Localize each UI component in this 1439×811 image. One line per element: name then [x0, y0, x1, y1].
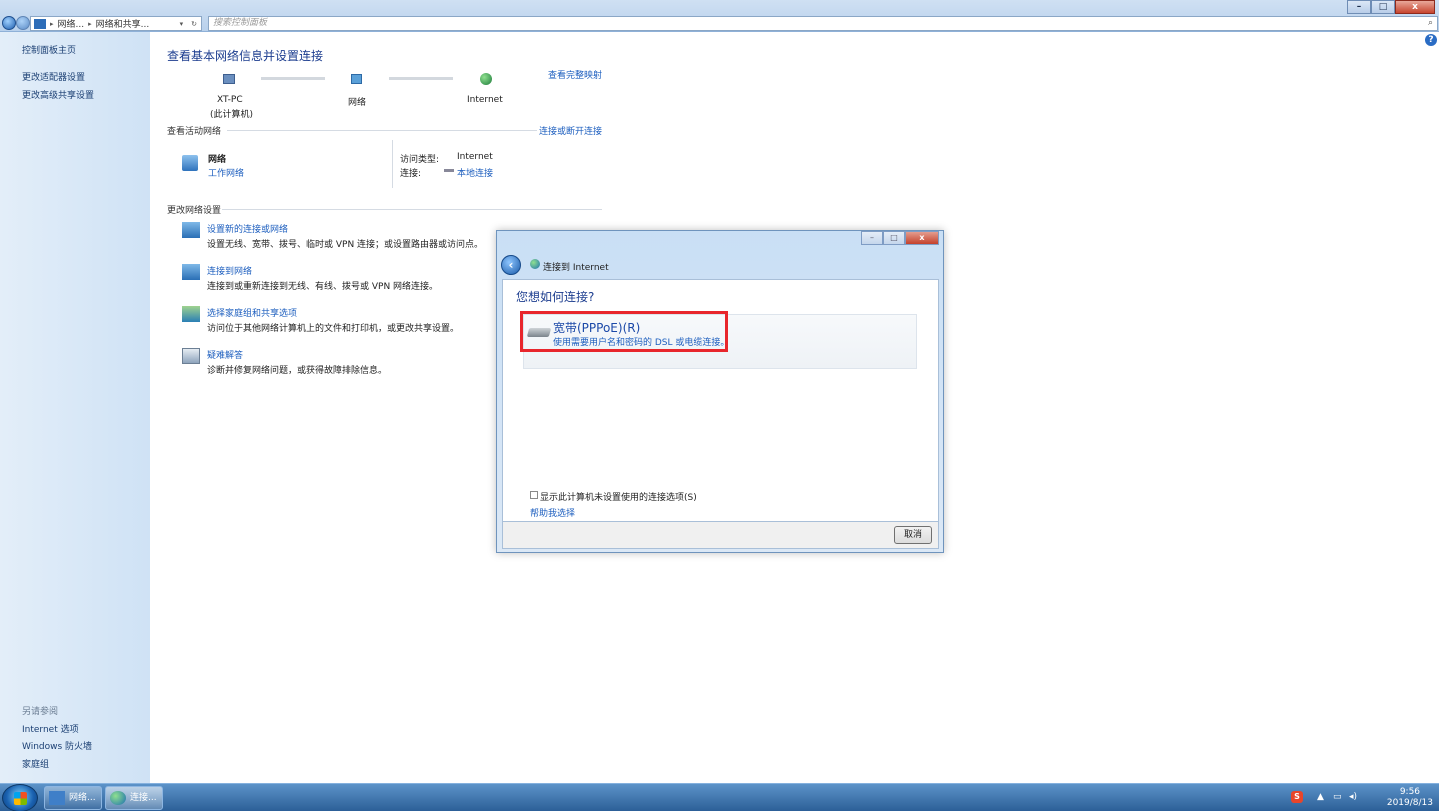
highlight-box — [520, 311, 728, 352]
task-connect-network-link[interactable]: 连接到网络 — [207, 264, 252, 277]
back-button[interactable] — [2, 16, 16, 30]
computer-icon — [223, 74, 235, 84]
dialog-question: 您想如何连接? — [516, 290, 595, 304]
cancel-button[interactable]: 取消 — [894, 526, 932, 544]
network-icon — [49, 791, 65, 805]
dialog-window-controls: – □ x — [861, 231, 939, 245]
homegroup-icon — [182, 306, 200, 322]
map-connector — [389, 77, 453, 80]
task-setup-connection-desc: 设置无线、宽带、拨号、临时或 VPN 连接；或设置路由器或访问点。 — [207, 240, 484, 250]
title-bar: ▸ 网络... ▸ 网络和共享... ▾ ↻ 搜索控制面板 ⌕ – □ x — [0, 0, 1439, 32]
setup-connection-icon — [182, 222, 200, 238]
access-type-value: Internet — [457, 152, 493, 162]
minimize-button[interactable]: – — [1347, 0, 1371, 14]
change-settings-heading: 更改网络设置 — [167, 206, 222, 216]
breadcrumb-separator-icon: ▸ — [50, 19, 54, 28]
ime-icon[interactable]: S — [1291, 791, 1303, 803]
chevron-down-icon[interactable]: ▾ — [180, 20, 184, 28]
active-networks-heading: 查看活动网络 — [167, 127, 222, 137]
show-unconfigured-label[interactable]: 显示此计算机未设置使用的连接选项(S) — [540, 490, 697, 503]
active-network-name: 网络 — [208, 155, 227, 165]
task-connect-network-desc: 连接到或重新连接到无线、有线、拨号或 VPN 网络连接。 — [207, 282, 439, 292]
search-input[interactable]: 搜索控制面板 ⌕ — [208, 16, 1438, 31]
map-network-label[interactable]: 网络 — [348, 95, 366, 108]
taskbar-item-network[interactable]: 网络... — [44, 786, 102, 810]
task-setup-connection-link[interactable]: 设置新的连接或网络 — [207, 222, 288, 235]
dialog-back-button[interactable]: ‹ — [501, 255, 521, 275]
clock-time: 9:56 — [1399, 787, 1421, 797]
see-also-windows-firewall[interactable]: Windows 防火墙 — [22, 739, 92, 752]
taskbar-item-label: 连接... — [130, 793, 157, 803]
see-also-homegroup[interactable]: 家庭组 — [22, 757, 49, 770]
help-me-choose-link[interactable]: 帮助我选择 — [530, 506, 575, 519]
see-also-internet-options[interactable]: Internet 选项 — [22, 722, 79, 735]
clock[interactable]: 9:56 2019/8/13 — [1387, 787, 1433, 809]
globe-icon — [530, 259, 540, 269]
window-controls: – □ x — [1347, 0, 1435, 14]
troubleshoot-icon — [182, 348, 200, 364]
windows-logo-icon — [14, 792, 27, 805]
start-button[interactable] — [2, 784, 38, 811]
search-icon[interactable]: ⌕ — [1428, 17, 1433, 30]
refresh-icon[interactable]: ↻ — [191, 20, 197, 28]
network-icon — [34, 18, 46, 29]
map-internet-label[interactable]: Internet — [467, 95, 503, 105]
network-icon — [351, 74, 362, 84]
dialog-close-button[interactable]: x — [905, 231, 939, 245]
breadcrumb-item[interactable]: 网络和共享... — [96, 17, 150, 30]
sidebar: 控制面板主页 更改适配器设置 更改高级共享设置 另请参阅 Internet 选项… — [0, 32, 150, 783]
network-bench-icon — [182, 155, 198, 171]
connect-internet-dialog: – □ x ‹ 连接到 Internet 您想如何连接? 宽带(PPPoE)(R… — [496, 230, 944, 553]
task-homegroup-link[interactable]: 选择家庭组和共享选项 — [207, 306, 297, 319]
dialog-minimize-button[interactable]: – — [861, 231, 883, 245]
clock-date: 2019/8/13 — [1386, 798, 1433, 808]
map-computer-name[interactable]: XT-PC — [217, 95, 243, 105]
close-button[interactable]: x — [1395, 0, 1435, 14]
map-computer-sub: (此计算机) — [210, 110, 254, 120]
network-type-link[interactable]: 工作网络 — [208, 166, 244, 179]
system-tray: S ▲ ▭ ◂) 9:56 2019/8/13 — [1289, 784, 1439, 811]
maximize-button[interactable]: □ — [1371, 0, 1395, 14]
network-tray-icon[interactable]: ▭ — [1333, 792, 1342, 802]
access-type-label: 访问类型: — [400, 155, 440, 165]
task-homegroup-desc: 访问位于其他网络计算机上的文件和打印机，或更改共享设置。 — [207, 324, 460, 334]
vertical-divider — [392, 140, 393, 188]
breadcrumb-item[interactable]: 网络... — [58, 17, 85, 30]
taskbar: 网络... 连接... S ▲ ▭ ◂) 9:56 2019/8/13 — [0, 783, 1439, 811]
sidebar-item-adapter-settings[interactable]: 更改适配器设置 — [22, 70, 85, 83]
connect-network-icon — [182, 264, 200, 280]
address-bar[interactable]: ▸ 网络... ▸ 网络和共享... ▾ ↻ — [30, 16, 202, 31]
tray-expand-icon[interactable]: ▲ — [1317, 792, 1324, 802]
sidebar-item-advanced-sharing[interactable]: 更改高级共享设置 — [22, 88, 94, 101]
connect-disconnect-link[interactable]: 连接或断开连接 — [539, 124, 602, 137]
divider — [222, 209, 602, 210]
volume-icon[interactable]: ◂) — [1349, 792, 1357, 802]
connection-label: 连接: — [400, 169, 422, 179]
dialog-maximize-button[interactable]: □ — [883, 231, 905, 245]
view-full-map-link[interactable]: 查看完整映射 — [548, 68, 602, 81]
see-also-heading: 另请参阅 — [22, 707, 59, 717]
show-unconfigured-checkbox[interactable] — [530, 491, 538, 499]
globe-icon — [480, 73, 492, 85]
dialog-title: 连接到 Internet — [543, 263, 609, 273]
divider — [227, 130, 537, 131]
breadcrumb-separator-icon: ▸ — [88, 19, 92, 28]
sidebar-item-control-panel-home[interactable]: 控制面板主页 — [22, 43, 76, 56]
taskbar-item-connect[interactable]: 连接... — [105, 786, 163, 810]
ethernet-icon — [444, 169, 454, 172]
local-connection-link[interactable]: 本地连接 — [457, 166, 493, 179]
search-placeholder: 搜索控制面板 — [213, 18, 268, 28]
task-troubleshoot-link[interactable]: 疑难解答 — [207, 348, 243, 361]
task-troubleshoot-desc: 诊断并修复网络问题，或获得故障排除信息。 — [207, 366, 388, 376]
help-icon[interactable]: ? — [1425, 34, 1437, 46]
forward-button[interactable] — [16, 16, 30, 30]
globe-icon — [110, 791, 126, 805]
page-title: 查看基本网络信息并设置连接 — [167, 49, 324, 63]
map-connector — [261, 77, 325, 80]
dialog-footer: 取消 — [502, 522, 939, 549]
taskbar-item-label: 网络... — [69, 793, 96, 803]
